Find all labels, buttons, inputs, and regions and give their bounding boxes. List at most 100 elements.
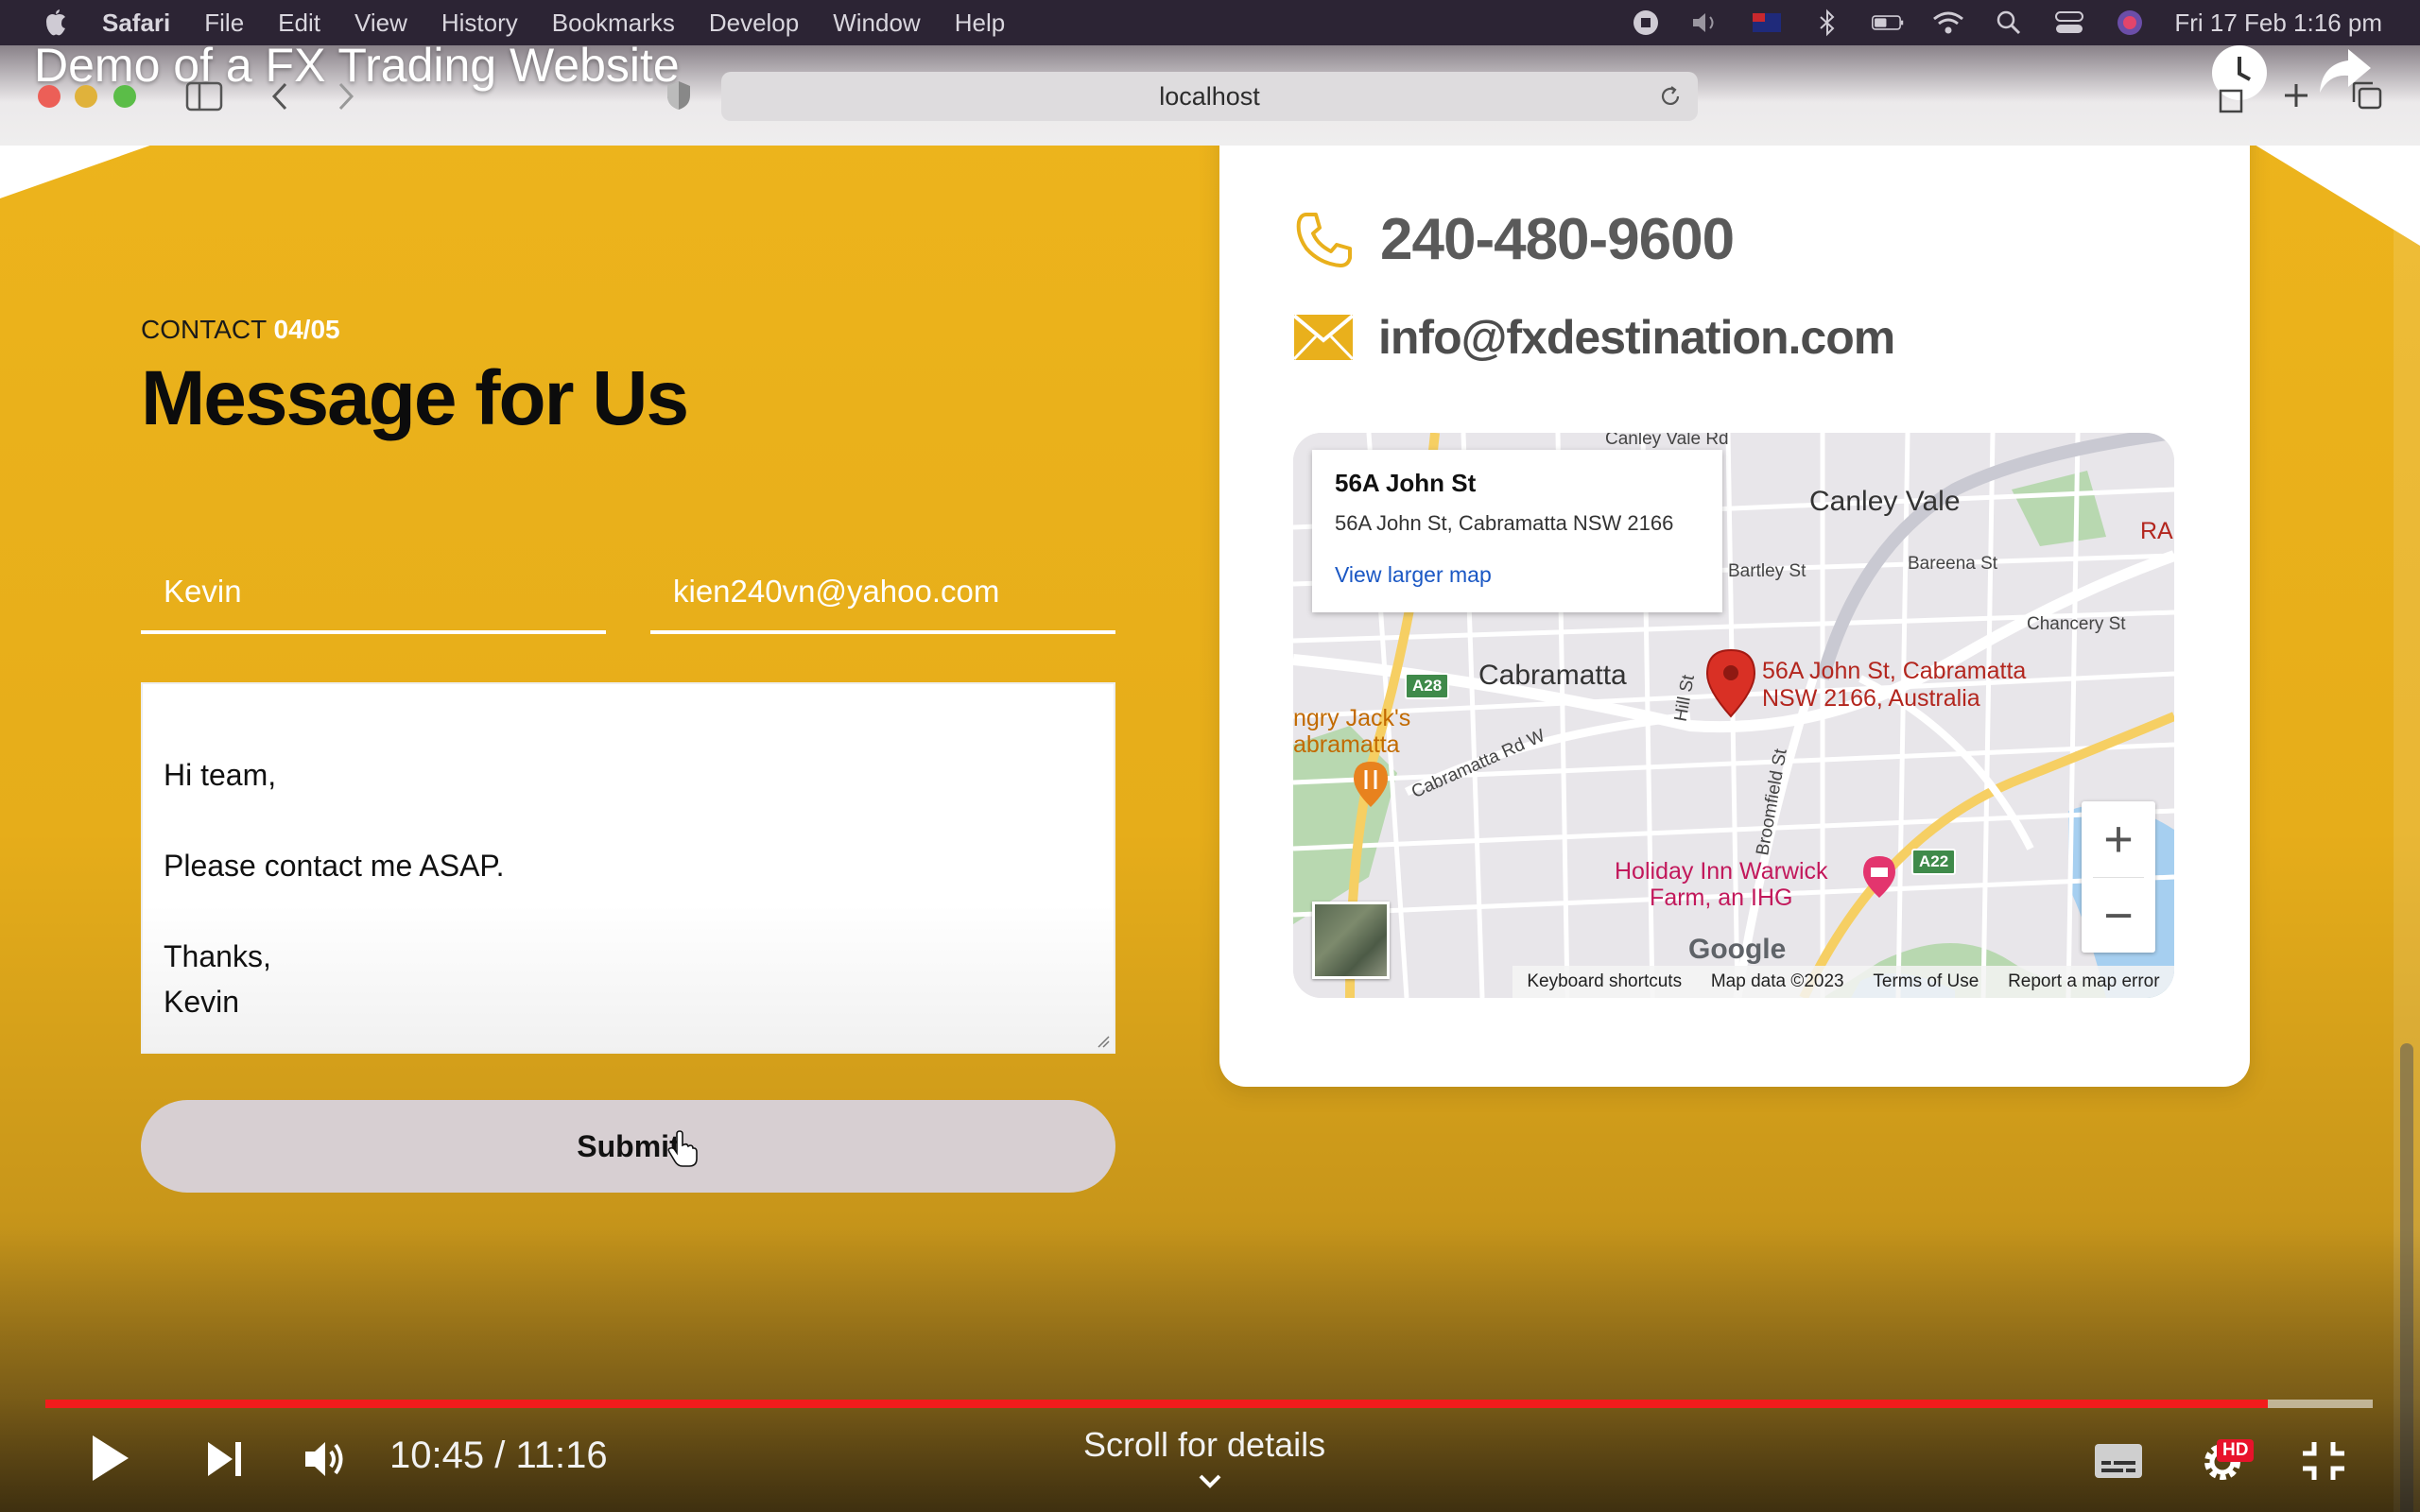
menu-develop[interactable]: Develop [709, 9, 799, 38]
restaurant-pin-icon[interactable] [1350, 760, 1392, 809]
player-controls-gradient [0, 1228, 2420, 1512]
info-address: 56A John St, Cabramatta NSW 2166 [1335, 511, 1674, 535]
satellite-toggle[interactable] [1312, 902, 1390, 979]
window-close-button[interactable] [38, 85, 60, 108]
menubar-clock[interactable]: Fri 17 Feb 1:16 pm [2174, 9, 2382, 38]
pin-label-line1: 56A John St, Cabramatta [1762, 658, 2027, 684]
bluetooth-icon[interactable] [1811, 9, 1843, 37]
eyebrow-label: CONTACT [141, 315, 267, 344]
video-progress-bar[interactable] [45, 1400, 2373, 1408]
map-attribution: Keyboard shortcuts Map data ©2023 Terms … [1512, 966, 2174, 998]
exit-fullscreen-icon[interactable] [2299, 1438, 2348, 1484]
hd-badge: HD [2217, 1439, 2255, 1462]
resize-grip-icon[interactable] [1095, 1033, 1110, 1048]
route-shield-a28: A28 [1405, 673, 1450, 699]
poi-restaurant-line1: ngry Jack's [1293, 705, 1411, 731]
poi-restaurant[interactable]: ngry Jack's abramatta [1293, 705, 1410, 758]
road-bartley: Bartley St [1728, 561, 1806, 581]
location-pin-icon[interactable] [1705, 648, 1756, 718]
pin-label-line2: NSW 2166, Australia [1762, 685, 1980, 712]
email-row: info@fxdestination.com [1293, 310, 1895, 365]
poi-hotel[interactable]: Holiday Inn Warwick Farm, an IHG [1615, 858, 1828, 911]
window-zoom-button[interactable] [113, 85, 136, 108]
menu-history[interactable]: History [441, 9, 518, 38]
menu-file[interactable]: File [204, 9, 244, 38]
hotel-pin-icon[interactable] [1860, 854, 1898, 900]
road-canley-vale-rd: Canley Vale Rd [1605, 433, 1729, 449]
map-info-window: 56A John St 56A John St, Cabramatta NSW … [1312, 450, 1722, 612]
url-text: localhost [1159, 81, 1260, 111]
privacy-shield-icon[interactable] [666, 79, 692, 112]
siri-icon[interactable] [2114, 9, 2146, 36]
email-field[interactable] [650, 553, 1115, 634]
new-tab-icon[interactable] [2282, 81, 2310, 110]
view-larger-map-link[interactable]: View larger map [1335, 562, 1700, 588]
menu-help[interactable]: Help [955, 9, 1005, 38]
report-map-error-link[interactable]: Report a map error [2008, 971, 2160, 992]
message-textarea[interactable]: Hi team, Please contact me ASAP. Thanks,… [141, 682, 1115, 1054]
menu-bookmarks[interactable]: Bookmarks [552, 9, 675, 38]
scroll-for-details[interactable]: Scroll for details [1083, 1425, 1325, 1465]
pin-label: 56A John St, Cabramatta NSW 2166, Austra… [1762, 658, 2026, 713]
name-field[interactable] [141, 553, 606, 634]
menu-app-safari[interactable]: Safari [102, 9, 170, 38]
record-stop-icon[interactable] [1630, 9, 1662, 36]
poi-restaurant-line2: abramatta [1293, 731, 1400, 758]
forward-icon[interactable] [337, 81, 355, 112]
google-logo: Google [1688, 934, 1787, 965]
phone-number[interactable]: 240-480-9600 [1380, 206, 1735, 273]
search-icon[interactable] [1993, 9, 2025, 36]
control-center-icon[interactable] [2053, 9, 2085, 36]
section-eyebrow: CONTACT 04/05 [141, 315, 340, 345]
menu-view[interactable]: View [354, 9, 407, 38]
eyebrow-number: 04/05 [273, 315, 340, 344]
next-video-icon[interactable] [206, 1440, 244, 1478]
hand-cursor-icon [667, 1130, 698, 1167]
place-canley-vale: Canley Vale [1809, 486, 1961, 517]
battery-icon[interactable] [1872, 9, 1904, 36]
window-minimize-button[interactable] [75, 85, 97, 108]
keyboard-shortcuts-link[interactable]: Keyboard shortcuts [1527, 971, 1682, 992]
email-address[interactable]: info@fxdestination.com [1378, 310, 1895, 365]
map-zoom-controls: + − [2082, 801, 2155, 953]
decorative-wedge-left [0, 142, 161, 198]
map-data-text: Map data ©2023 [1710, 971, 1844, 991]
zoom-in-button[interactable]: + [2082, 801, 2155, 877]
menu-edit[interactable]: Edit [278, 9, 320, 38]
poi-hotel-line2: Farm, an IHG [1650, 885, 1793, 911]
wifi-icon[interactable] [1932, 9, 1964, 36]
subtitles-icon[interactable] [2093, 1442, 2144, 1480]
reload-icon[interactable] [1658, 84, 1683, 109]
section-heading: Message for Us [141, 355, 689, 441]
apple-icon[interactable] [40, 7, 72, 39]
volume-icon[interactable] [1690, 9, 1722, 36]
tab-overview-icon[interactable] [2350, 79, 2384, 112]
zoom-out-button[interactable]: − [2082, 878, 2155, 954]
play-icon[interactable] [89, 1432, 132, 1485]
embedded-map[interactable]: 56A John St 56A John St, Cabramatta NSW … [1293, 433, 2174, 998]
download-icon[interactable] [2218, 81, 2244, 113]
sidebar-icon[interactable] [185, 81, 223, 112]
terms-of-use-link[interactable]: Terms of Use [1873, 971, 1979, 992]
video-progress-played [45, 1400, 2269, 1408]
chevron-down-icon[interactable] [1197, 1472, 1223, 1489]
submit-button[interactable]: Submit [141, 1100, 1115, 1193]
email-input[interactable] [650, 553, 1115, 630]
address-bar[interactable]: localhost [721, 72, 1698, 121]
info-title: 56A John St [1335, 469, 1477, 497]
back-icon[interactable] [270, 81, 289, 112]
place-cabramatta: Cabramatta [1478, 660, 1627, 691]
edge-label-ra: RA [2140, 518, 2173, 544]
envelope-icon [1293, 314, 1354, 361]
video-time: 10:45 / 11:16 [389, 1435, 608, 1476]
volume-control-icon[interactable] [302, 1438, 350, 1480]
name-input[interactable] [141, 553, 606, 630]
route-shield-a22: A22 [1911, 849, 1957, 875]
road-bareena: Bareena St [1908, 554, 1998, 574]
poi-hotel-line1: Holiday Inn Warwick [1615, 858, 1828, 885]
flag-icon[interactable] [1751, 9, 1783, 36]
phone-icon [1296, 212, 1352, 267]
video-title[interactable]: Demo of a FX Trading Website [34, 38, 680, 93]
road-chancery: Chancery St [2027, 614, 2126, 634]
menu-window[interactable]: Window [833, 9, 920, 38]
